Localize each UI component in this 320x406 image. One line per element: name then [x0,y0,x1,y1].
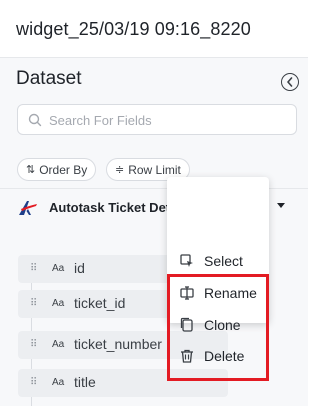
select-icon [180,254,193,267]
drag-handle-icon[interactable]: ⠿ [30,377,37,389]
order-by-label: Order By [39,162,88,177]
drag-handle-icon[interactable]: ⠿ [30,339,37,351]
autotask-logo-icon [19,201,37,215]
collapse-panel-button[interactable] [281,73,299,91]
menu-item-label: Select [204,253,243,269]
search-input[interactable] [49,110,289,130]
order-by-button[interactable]: ⇅ Order By [17,158,97,181]
sort-arrows-icon: ⇅ [26,164,36,176]
dataset-heading: Dataset [16,68,82,89]
field-search-box[interactable] [17,104,297,135]
field-name: ticket_id [74,295,126,311]
text-type-icon: Aa [52,339,65,350]
row-limit-label: Row Limit [128,162,181,177]
field-name: title [74,374,96,390]
row-limit-icon: ≑ [115,164,125,176]
chevron-left-icon [287,77,293,87]
drag-handle-icon[interactable]: ⠿ [30,298,37,310]
menu-item-select[interactable]: Select [167,246,269,276]
text-type-icon: Aa [52,298,65,309]
field-name: ticket_number [74,336,162,352]
widget-header: widget_25/03/19 09:16_8220 [0,0,308,58]
text-type-icon: Aa [52,263,65,274]
text-type-icon: Aa [52,377,65,388]
search-icon [28,113,42,127]
highlight-annotation [167,274,269,381]
drag-handle-icon[interactable]: ⠿ [30,263,37,275]
widget-title: widget_25/03/19 09:16_8220 [16,19,251,39]
caret-down-icon[interactable] [277,203,285,208]
field-name: id [74,260,85,276]
